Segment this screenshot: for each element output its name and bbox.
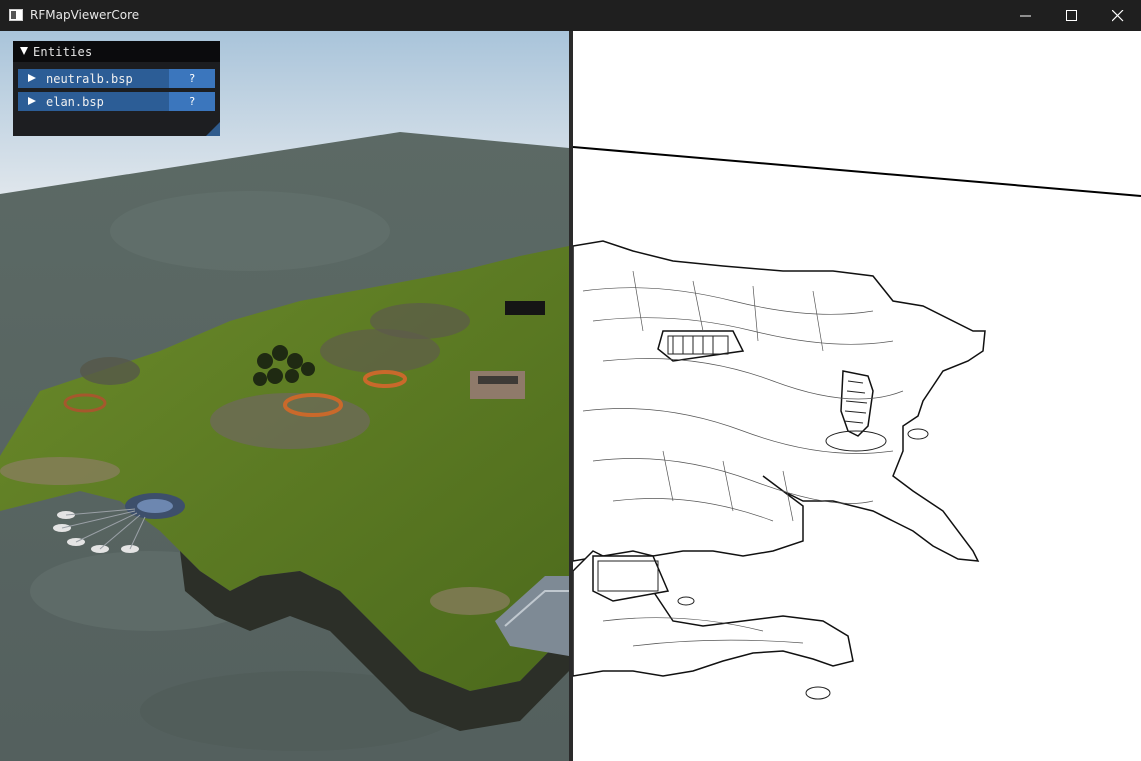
maximize-button[interactable] — [1049, 0, 1095, 31]
close-icon — [1112, 10, 1124, 22]
textured-map-render — [0, 31, 569, 761]
outline-viewport[interactable] — [573, 31, 1141, 761]
entity-tree-item[interactable]: elan.bsp ? — [18, 92, 215, 111]
close-button[interactable] — [1095, 0, 1141, 31]
window-title: RFMapViewerCore — [30, 8, 140, 22]
expand-arrow-icon[interactable] — [28, 97, 36, 105]
expand-arrow-icon[interactable] — [28, 74, 36, 82]
entity-tree-item[interactable]: neutralb.bsp ? — [18, 69, 215, 88]
title-bar[interactable]: RFMapViewerCore — [0, 0, 1141, 31]
app-window-icon — [9, 9, 23, 21]
outline-map-render — [573, 146, 1141, 700]
minimize-button[interactable] — [1003, 0, 1049, 31]
help-button[interactable]: ? — [169, 69, 215, 88]
textured-viewport[interactable] — [0, 31, 569, 761]
help-button[interactable]: ? — [169, 92, 215, 111]
entities-panel-header[interactable]: Entities — [13, 41, 220, 62]
collapse-arrow-icon[interactable] — [20, 47, 28, 55]
entity-tree-item-label: neutralb.bsp — [46, 72, 133, 86]
maximize-icon — [1066, 10, 1077, 21]
minimize-icon — [1020, 15, 1031, 17]
entity-tree-item-label: elan.bsp — [46, 95, 104, 109]
entities-panel-title: Entities — [33, 45, 93, 59]
entities-panel[interactable]: Entities neutralb.bsp ? elan.bsp ? — [13, 41, 220, 136]
resize-grip[interactable] — [206, 122, 220, 136]
